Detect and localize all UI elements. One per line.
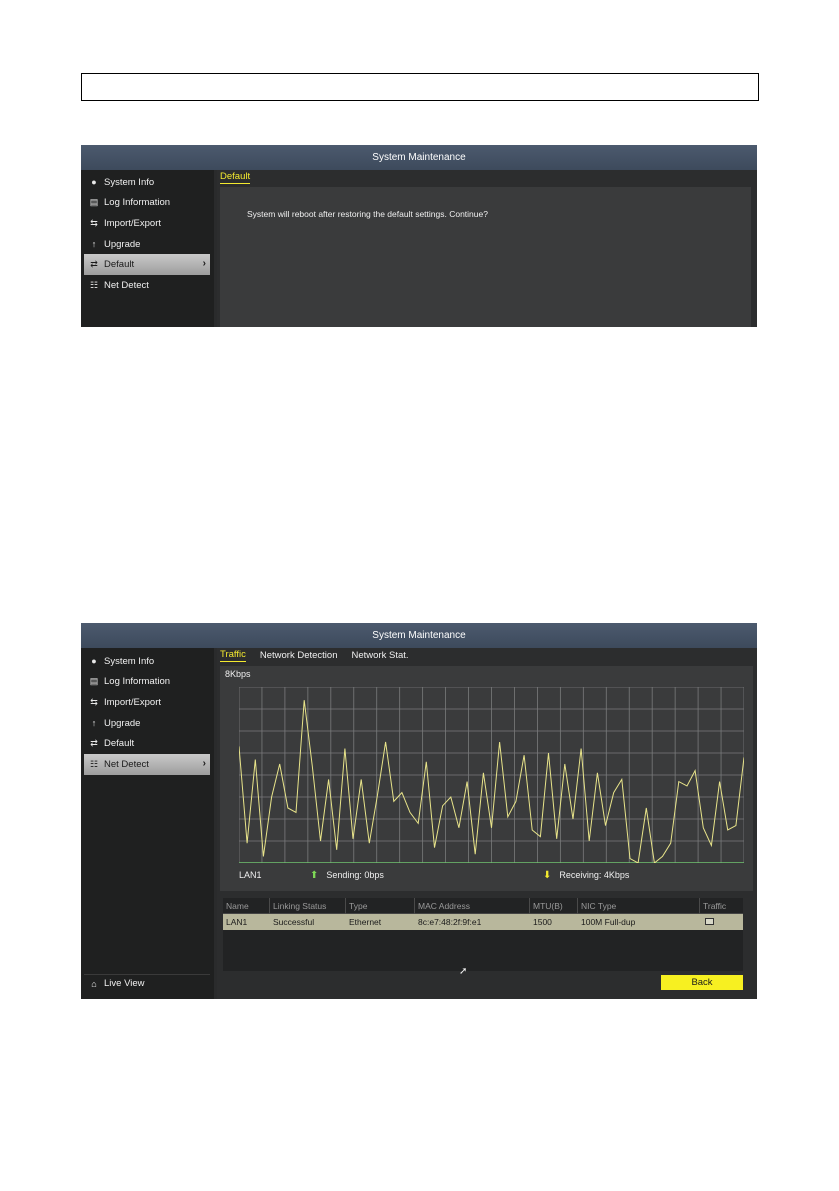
network-icon: ☷ (89, 758, 99, 769)
live-view-button[interactable]: ⌂ Live View (84, 974, 210, 992)
upgrade-icon: ↑ (91, 239, 97, 250)
confirm-message: System will reboot after restoring the d… (247, 209, 488, 219)
arrow-up-icon: ⬆ (310, 870, 319, 881)
cell-linking-status: Successful (273, 917, 315, 927)
sidebar-item-upgrade[interactable]: ↑ Upgrade (84, 713, 210, 734)
cell-type: Ethernet (349, 917, 382, 927)
sidebar-item-import-export[interactable]: ⇆ Import/Export (84, 213, 210, 234)
cell-name: LAN1 (226, 917, 248, 927)
traffic-graph (239, 687, 744, 863)
back-button[interactable]: Back (661, 975, 743, 990)
log-icon: ▤ (89, 197, 99, 208)
mouse-cursor-icon: ➚ (459, 966, 468, 977)
default-icon: ⇄ (90, 259, 98, 270)
sidebar-item-log-information[interactable]: ▤ Log Information (84, 672, 210, 693)
column-header: Traffic (703, 900, 727, 911)
import-export-icon: ⇆ (90, 217, 98, 228)
sidebar-item-label: System Info (104, 655, 155, 667)
sidebar-item-log-information[interactable]: ▤ Log Information (84, 193, 210, 214)
window-title: System Maintenance (81, 623, 757, 648)
sidebar-item-label: Default (104, 738, 135, 750)
sending-rate: Sending: 0bps (326, 870, 384, 880)
sidebar-item-net-detect[interactable]: ☷ Net Detect › (84, 753, 210, 775)
sidebar-item-upgrade[interactable]: ↑ Upgrade (84, 234, 210, 255)
receiving-indicator: ⬇ Receiving: 4Kbps (543, 870, 629, 881)
tab-default[interactable]: Default (220, 171, 251, 184)
network-icon: ☷ (89, 279, 99, 290)
sidebar: ● System Info ▤ Log Information ⇆ Import/Ex… (81, 648, 214, 999)
sidebar-item-default[interactable]: ⇄ Default (84, 733, 210, 754)
system-maintenance-default-panel: System Maintenance ● System Info ▤ Log Inf… (81, 145, 757, 327)
sidebar-item-label: Import/Export (104, 696, 162, 708)
content-area: Traffic Network Detection Network Stat. … (217, 648, 757, 999)
cell-traffic (700, 917, 743, 927)
cell-mtu: 1500 (533, 917, 552, 927)
cell-nic-type: 100M Full-dup (581, 917, 636, 927)
tab-network-detection[interactable]: Network Detection (260, 650, 338, 662)
table-row[interactable]: LAN1 Successful Ethernet 8c:e7:48:2f:9f:… (223, 914, 743, 930)
sidebar-item-label: System Info (104, 176, 155, 188)
column-header: Name (223, 897, 270, 914)
sidebar-item-label: Net Detect (104, 758, 149, 770)
sidebar-item-label: Default (104, 259, 135, 271)
sidebar-item-net-detect[interactable]: ☷ Net Detect (84, 275, 210, 296)
content-area: Default System will reboot after restori… (217, 170, 757, 327)
rate-max-label: 8Kbps (225, 669, 251, 679)
window-title: System Maintenance (81, 145, 757, 170)
sidebar-item-label: Log Information (104, 676, 171, 688)
tab-traffic[interactable]: Traffic (220, 649, 246, 662)
sidebar: ● System Info ▤ Log Information ⇆ Import/Ex… (81, 170, 214, 327)
sidebar-item-label: Net Detect (104, 279, 149, 291)
default-icon: ⇄ (90, 738, 98, 749)
nic-table: Name Linking Status Type MAC Address MTU… (223, 897, 743, 977)
column-header: MAC Address (415, 897, 530, 914)
sidebar-item-import-export[interactable]: ⇆ Import/Export (84, 692, 210, 713)
sidebar-item-system-info[interactable]: ● System Info (84, 651, 210, 672)
header-box (81, 73, 759, 101)
dialog-area: System will reboot after restoring the d… (220, 187, 751, 327)
import-export-icon: ⇆ (90, 696, 98, 707)
live-view-label: Live View (104, 978, 145, 989)
traffic-chart: 8Kbps LAN1 ⬆ Sending: 0bps ⬇ Receiving: 4K… (220, 666, 753, 891)
column-header: Type (346, 897, 415, 914)
interface-label: LAN1 (239, 870, 262, 880)
sidebar-item-label: Upgrade (104, 717, 141, 729)
receiving-rate: Receiving: 4Kbps (559, 870, 630, 880)
sidebar-item-label: Upgrade (104, 238, 141, 250)
sidebar-item-system-info[interactable]: ● System Info (84, 172, 210, 193)
tab-bar: Traffic Network Detection Network Stat. (217, 648, 757, 662)
home-icon: ⌂ (91, 978, 97, 989)
column-header: NIC Type (578, 897, 700, 914)
tab-network-stat[interactable]: Network Stat. (352, 650, 409, 662)
info-icon: ● (91, 656, 97, 667)
column-header: MTU(B) (530, 897, 578, 914)
upgrade-icon: ↑ (91, 718, 97, 729)
cell-mac-address: 8c:e7:48:2f:9f:e1 (418, 917, 482, 927)
log-icon: ▤ (89, 676, 99, 687)
system-maintenance-net-detect-panel: System Maintenance ● System Info ▤ Log Inf… (81, 623, 757, 999)
info-icon: ● (91, 177, 97, 188)
chevron-right-icon: › (202, 757, 206, 769)
table-header: Name Linking Status Type MAC Address MTU… (223, 897, 743, 914)
arrow-down-icon: ⬇ (543, 870, 552, 881)
sidebar-item-default[interactable]: ⇄ Default › (84, 254, 210, 275)
column-header: Linking Status (270, 897, 346, 914)
chevron-right-icon: › (202, 258, 206, 270)
sidebar-item-label: Import/Export (104, 217, 162, 229)
sidebar-item-label: Log Information (104, 197, 171, 209)
traffic-graph-icon[interactable] (705, 918, 714, 925)
sending-indicator: ⬆ Sending: 0bps (310, 870, 384, 881)
tab-bar: Default (217, 170, 757, 184)
